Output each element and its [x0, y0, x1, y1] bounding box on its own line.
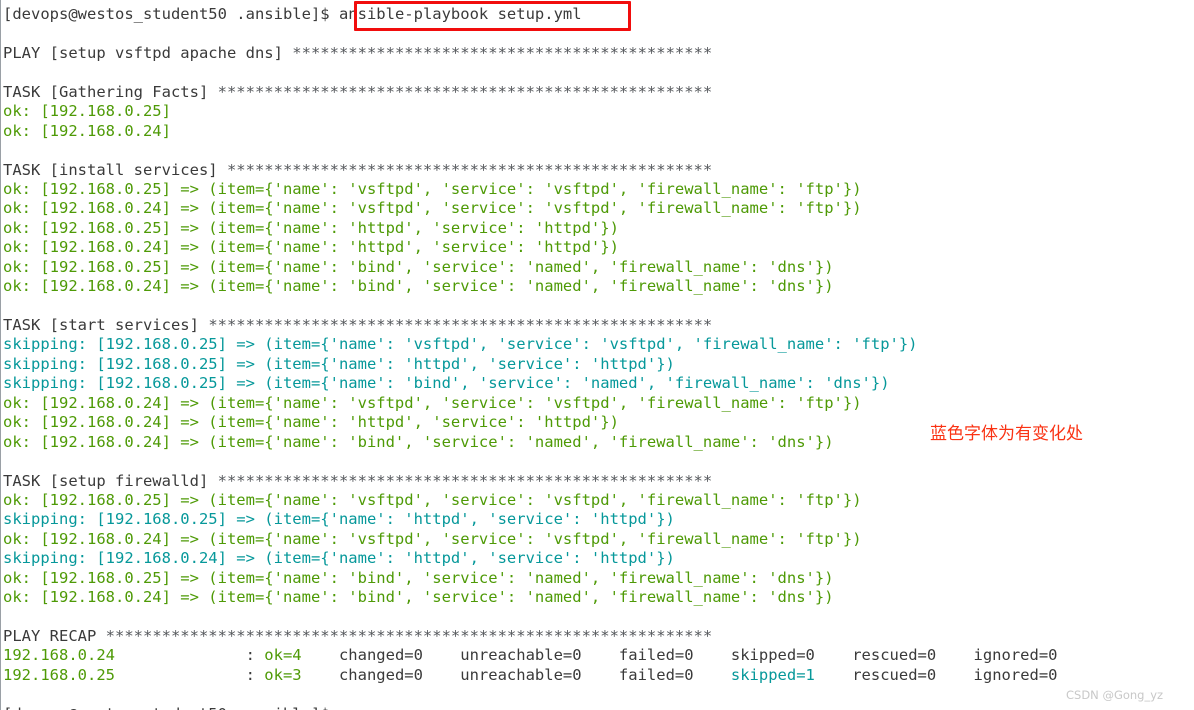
terminal-text-segment: ok=3: [264, 665, 302, 684]
terminal-line: 192.168.0.25 : ok=3 changed=0 unreachabl…: [3, 666, 1188, 685]
terminal-text-segment: ****************************************…: [217, 82, 713, 101]
terminal-line: ok: [192.168.0.25] => (item={'name': 'bi…: [3, 569, 1188, 588]
terminal-text-segment: ****************************************…: [292, 43, 713, 62]
terminal-text-segment: ****************************************…: [217, 471, 713, 490]
terminal-line: TASK [install services] ****************…: [3, 161, 1188, 180]
terminal-text-segment: :: [114, 665, 265, 684]
terminal-text-segment: skipped=1: [730, 665, 815, 684]
terminal-text-segment: ok: [192.168.0.24] => (item={'name': 'ht…: [3, 238, 619, 257]
terminal-text-segment: TASK [Gathering Facts]: [3, 82, 218, 101]
terminal-text-segment: :: [114, 646, 265, 665]
terminal-text-segment: PLAY RECAP: [3, 627, 106, 645]
terminal-line: PLAY RECAP *****************************…: [3, 627, 1188, 646]
terminal-line: PLAY [setup vsftpd apache dns] *********…: [3, 44, 1188, 63]
terminal-text-segment: skipping: [192.168.0.25] => (item={'name…: [3, 354, 675, 373]
terminal-window[interactable]: [devops@westos_student50 .ansible]$ ansi…: [0, 0, 1194, 710]
terminal-text-segment: [devops@westos_student50 .ansible]$: [3, 705, 330, 710]
terminal-text-segment: ok: [192.168.0.25] => (item={'name': 'vs…: [3, 490, 862, 509]
watermark-label: CSDN @Gong_yz: [1066, 688, 1164, 702]
terminal-line: skipping: [192.168.0.24] => (item={'name…: [3, 549, 1188, 568]
terminal-text-segment: changed=0 unreachable=0 failed=0 skipped…: [301, 646, 1058, 665]
terminal-line: ok: [192.168.0.24] => (item={'name': 'vs…: [3, 394, 1188, 413]
terminal-text-segment: ok: [192.168.0.25] => (item={'name': 'bi…: [3, 568, 834, 587]
terminal-line: skipping: [192.168.0.25] => (item={'name…: [3, 335, 1188, 354]
terminal-text-segment: skipping: [192.168.0.25] => (item={'name…: [3, 335, 918, 354]
terminal-line: ok: [192.168.0.25] => (item={'name': 'vs…: [3, 180, 1188, 199]
terminal-line: ok: [192.168.0.24] => (item={'name': 'ht…: [3, 238, 1188, 257]
terminal-text-segment: skipping: [192.168.0.25] => (item={'name…: [3, 374, 890, 393]
terminal-line: [devops@westos_student50 .ansible]$: [3, 705, 1188, 710]
terminal-text-segment: TASK [install services]: [3, 160, 227, 179]
terminal-line: ok: [192.168.0.24]: [3, 122, 1188, 141]
terminal-text-segment: ok: [192.168.0.25] => (item={'name': 'ht…: [3, 218, 619, 237]
terminal-text-segment: ok=4: [264, 646, 302, 665]
terminal-text-segment: ok: [192.168.0.24] => (item={'name': 'bi…: [3, 588, 834, 607]
terminal-line: [devops@westos_student50 .ansible]$ ansi…: [3, 5, 1188, 24]
terminal-text-segment: ok: [192.168.0.25] => (item={'name': 'bi…: [3, 257, 834, 276]
terminal-line: ok: [192.168.0.24] => (item={'name': 'vs…: [3, 530, 1188, 549]
terminal-text-segment: ok: [192.168.0.24] => (item={'name': 'bi…: [3, 432, 834, 451]
terminal-text-segment: ok: [192.168.0.25]: [3, 102, 171, 121]
terminal-text-segment: ok: [192.168.0.24] => (item={'name': 'ht…: [3, 413, 619, 432]
terminal-text-segment: ok: [192.168.0.24] => (item={'name': 'vs…: [3, 393, 862, 412]
terminal-line: TASK [Gathering Facts] *****************…: [3, 83, 1188, 102]
terminal-text-segment: ****************************************…: [208, 316, 713, 334]
terminal-line: ok: [192.168.0.24] => (item={'name': 'bi…: [3, 588, 1188, 607]
terminal-line: ok: [192.168.0.25]: [3, 102, 1188, 121]
terminal-text-segment: ok: [192.168.0.24] => (item={'name': 'bi…: [3, 277, 834, 296]
terminal-text-segment: TASK [start services]: [3, 316, 209, 334]
terminal-text-segment: TASK [setup firewalld]: [3, 471, 218, 490]
annotation-text: 蓝色字体为有变化处: [930, 424, 1083, 444]
terminal-line: ok: [192.168.0.25] => (item={'name': 'vs…: [3, 491, 1188, 510]
terminal-line: skipping: [192.168.0.25] => (item={'name…: [3, 374, 1188, 393]
terminal-text-segment: [devops@westos_student50 .ansible]$: [3, 5, 339, 23]
terminal-text-segment: ansible-playbook setup.yml: [338, 5, 582, 23]
terminal-text-segment: skipping: [192.168.0.25] => (item={'name…: [3, 510, 675, 529]
terminal-line: skipping: [192.168.0.25] => (item={'name…: [3, 510, 1188, 529]
terminal-line: ok: [192.168.0.25] => (item={'name': 'bi…: [3, 258, 1188, 277]
terminal-text-segment: ok: [192.168.0.25] => (item={'name': 'vs…: [3, 179, 862, 198]
terminal-text-segment: rescued=0 ignored=0: [814, 665, 1058, 684]
terminal-text-segment: 192.168.0.25: [3, 665, 115, 684]
terminal-line: TASK [start services] ******************…: [3, 316, 1188, 335]
terminal-text-segment: skipping: [192.168.0.24] => (item={'name…: [3, 549, 675, 568]
terminal-text-segment: ok: [192.168.0.24] => (item={'name': 'vs…: [3, 529, 862, 548]
terminal-text-segment: changed=0 unreachable=0 failed=0: [301, 665, 731, 684]
terminal-left-border: [0, 0, 1, 710]
terminal-text-segment: PLAY [setup vsftpd apache dns]: [3, 43, 293, 62]
terminal-line: 192.168.0.24 : ok=4 changed=0 unreachabl…: [3, 646, 1188, 665]
terminal-text-segment: 192.168.0.24: [3, 646, 115, 665]
terminal-line: ok: [192.168.0.25] => (item={'name': 'ht…: [3, 219, 1188, 238]
terminal-line: ok: [192.168.0.24] => (item={'name': 'vs…: [3, 199, 1188, 218]
terminal-text-segment: ok: [192.168.0.24] => (item={'name': 'vs…: [3, 199, 862, 218]
terminal-text-segment: ****************************************…: [226, 160, 713, 179]
terminal-output: [devops@westos_student50 .ansible]$ ansi…: [3, 5, 1188, 710]
terminal-text-segment: ****************************************…: [105, 627, 713, 645]
terminal-text-segment: ok: [192.168.0.24]: [3, 121, 171, 140]
terminal-line: TASK [setup firewalld] *****************…: [3, 472, 1188, 491]
terminal-line: skipping: [192.168.0.25] => (item={'name…: [3, 355, 1188, 374]
terminal-line: ok: [192.168.0.24] => (item={'name': 'bi…: [3, 277, 1188, 296]
